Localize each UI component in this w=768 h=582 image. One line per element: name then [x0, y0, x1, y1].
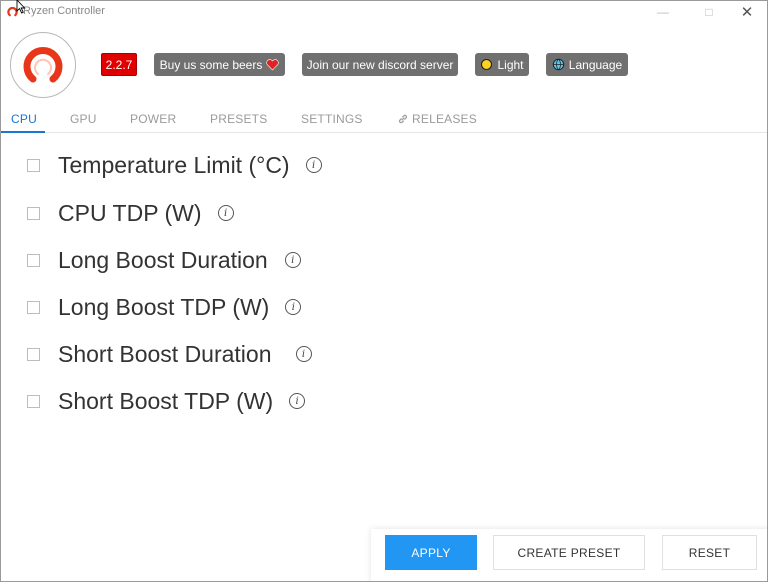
tab-presets[interactable]: PRESETS	[210, 112, 267, 126]
option-short-boost-tdp: Short Boost TDP (W) i	[27, 386, 306, 416]
info-icon[interactable]: i	[305, 157, 322, 173]
mouse-cursor-icon	[16, 0, 26, 14]
language-label: Language	[568, 57, 623, 72]
tab-label: SETTINGS	[301, 112, 363, 126]
title-bar: Ryzen Controller — □ ✕	[1, 1, 767, 23]
tab-cpu[interactable]: CPU	[11, 112, 37, 126]
option-label: Short Boost TDP (W)	[58, 387, 274, 414]
version-badge: 2.2.7	[101, 53, 137, 76]
info-icon[interactable]: i	[285, 299, 302, 315]
logo-icon	[23, 47, 63, 83]
info-icon[interactable]: i	[289, 393, 306, 409]
tab-label: PRESETS	[210, 112, 268, 126]
close-button[interactable]: ✕	[725, 1, 767, 23]
checkbox[interactable]	[27, 347, 40, 361]
option-short-boost-duration: Short Boost Duration i	[27, 339, 312, 369]
tab-power[interactable]: POWER	[130, 112, 176, 126]
discord-label: Join our new discord server	[306, 57, 454, 72]
window-title: Ryzen Controller	[23, 5, 105, 17]
reset-button[interactable]: RESET	[662, 535, 757, 570]
app-window: Ryzen Controller — □ ✕ 2.2.7 Buy us some…	[0, 0, 768, 582]
buy-beers-button[interactable]: Buy us some beers	[154, 53, 285, 76]
checkbox[interactable]	[27, 253, 40, 267]
option-label: Long Boost Duration	[58, 246, 268, 273]
theme-toggle-button[interactable]: Light	[475, 53, 529, 76]
minimize-button[interactable]: —	[641, 1, 685, 23]
active-tab-indicator	[1, 131, 45, 133]
option-temperature-limit: Temperature Limit (°C) i	[27, 150, 322, 180]
option-long-boost-tdp: Long Boost TDP (W) i	[27, 292, 302, 322]
option-label: Temperature Limit (°C)	[58, 151, 290, 178]
info-icon[interactable]: i	[284, 252, 301, 268]
theme-label: Light	[497, 57, 524, 72]
minimize-icon: —	[657, 5, 669, 19]
discord-button[interactable]: Join our new discord server	[302, 53, 458, 76]
tab-gpu[interactable]: GPU	[70, 112, 97, 126]
option-cpu-tdp: CPU TDP (W) i	[27, 198, 234, 228]
heart-icon	[266, 58, 279, 70]
sun-icon	[481, 58, 493, 71]
tab-label: CPU	[11, 112, 37, 126]
app-logo	[10, 32, 76, 98]
checkbox[interactable]	[27, 206, 40, 220]
option-label: Long Boost TDP (W)	[58, 293, 270, 320]
info-icon[interactable]: i	[295, 346, 312, 362]
checkbox[interactable]	[27, 158, 40, 172]
info-icon[interactable]: i	[217, 205, 234, 221]
tab-bar: CPU GPU POWER PRESETS SETTINGS RELEASES	[1, 105, 767, 133]
tab-label: GPU	[70, 112, 97, 126]
buy-beers-label: Buy us some beers	[159, 57, 263, 72]
tab-settings[interactable]: SETTINGS	[301, 112, 363, 126]
language-button[interactable]: Language	[546, 53, 628, 76]
tab-releases[interactable]: RELEASES	[397, 112, 477, 126]
checkbox[interactable]	[27, 394, 40, 408]
maximize-icon: □	[705, 5, 713, 19]
option-label: CPU TDP (W)	[58, 199, 202, 226]
option-label: Short Boost Duration	[58, 340, 272, 367]
close-icon: ✕	[740, 4, 754, 21]
option-long-boost-duration: Long Boost Duration i	[27, 245, 301, 275]
tab-label: RELEASES	[412, 112, 477, 126]
globe-icon	[552, 58, 564, 71]
create-preset-button[interactable]: CREATE PRESET	[493, 535, 645, 570]
apply-button[interactable]: APPLY	[385, 535, 477, 570]
tab-label: POWER	[130, 112, 177, 126]
checkbox[interactable]	[27, 300, 40, 314]
link-icon	[398, 114, 408, 124]
